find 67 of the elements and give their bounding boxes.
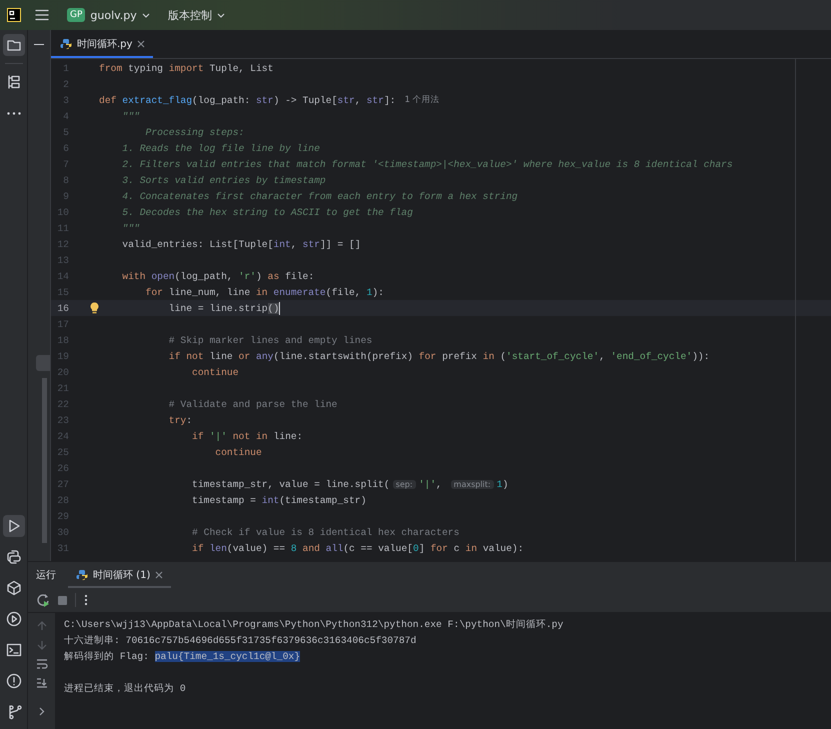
close-icon[interactable] [155, 571, 164, 579]
usage-hint[interactable]: 1 个用法 [404, 94, 440, 106]
code-text: '|', [418, 478, 443, 490]
code-line: if '|' not in line: [191, 430, 303, 442]
line-number: 16 [56, 302, 69, 314]
code-line: from typing import Tuple, List [99, 62, 274, 74]
scrollbar[interactable] [42, 378, 47, 543]
code-line: if len(value) == 8 and all(c == value[0] for c in value): [191, 542, 524, 554]
python-file-icon [76, 569, 88, 581]
app-logo-icon[interactable] [7, 8, 21, 22]
panel-title: 运行 [36, 568, 56, 583]
python-file-icon [60, 38, 72, 50]
code-line: # Validate and parse the line [168, 398, 338, 410]
terminal-icon [6, 642, 22, 658]
folder-tool-button[interactable] [2, 34, 24, 56]
code-line: with open(log_path, 'r') as file: [121, 270, 314, 282]
code-line: Processing steps: [144, 126, 244, 138]
more-icon [6, 112, 20, 114]
python-console-icon [6, 549, 22, 565]
code-line: 2. Filters valid entries that match format '<timestamp>|<hex_value>' where hex_value is 8 identical chars [121, 158, 733, 170]
more-icon[interactable] [84, 594, 88, 606]
code-line: valid_entries: List[Tuple[int, str]] = [] [121, 238, 361, 250]
code-text: timestamp_str, value = line.split( [191, 478, 390, 490]
structure-icon [6, 74, 22, 90]
console-line: C:\Users\wjj13\AppData\Local\Programs\Python\Python312\python.exe F:\python\时间循环.py [64, 618, 564, 632]
code-line: continue [191, 366, 239, 378]
code-line: for line_num, line in enumerate(file, 1): [144, 286, 384, 298]
console-line: 进程已结束，退出代码为 0 [64, 682, 187, 696]
parameter-hint: maxsplit: [450, 480, 494, 488]
code-line: 5. Decodes the hex string to ASCII to get the flag [121, 206, 413, 218]
menu-icon[interactable] [35, 9, 49, 21]
code-line: 4. Concatenates first character from each entry to form a hex string [121, 190, 518, 202]
code-line: 3. Sorts valid entries by timestamp [121, 174, 326, 186]
caret-icon [142, 12, 150, 18]
code-line: 1. Reads the log file line by line [121, 142, 320, 154]
code-line: # Check if value is 8 identical hex characters [191, 526, 460, 538]
problems-icon [6, 673, 22, 689]
console-line: 十六进制串: 70616c757b54696d655f31735f6379636c3163406c5f30787d [64, 634, 418, 648]
editor-tab[interactable]: 时间循环.py [51, 30, 154, 58]
chevron-icon[interactable] [38, 707, 44, 716]
code-line: timestamp = int(timestamp_str) [191, 494, 366, 506]
close-icon[interactable] [137, 40, 146, 48]
parameter-hint: sep: [392, 480, 416, 488]
code-line: """ [121, 110, 140, 122]
run-tool-button[interactable] [2, 515, 24, 537]
code-line: continue [214, 446, 262, 458]
code-line: line = line.strip() [168, 302, 280, 314]
code-line: """ [121, 222, 140, 234]
code-line: # Skip marker lines and empty lines [168, 334, 372, 346]
rerun-icon[interactable] [36, 593, 50, 607]
run-tab[interactable]: 时间循环 (1) [68, 562, 172, 588]
code-line: if not line or any(line.startswith(prefix) for prefix in ('start_of_cycle', 'end_of_cycle')): [168, 350, 710, 362]
scroll-thumb[interactable] [36, 355, 50, 371]
console-text: 解码得到的 Flag: [64, 651, 150, 662]
soft-wrap-icon[interactable] [36, 659, 48, 669]
code-text: def extract_flag(log_path: str) -> Tuple[str, str]: [99, 94, 396, 106]
code-text: 1) [496, 478, 508, 490]
services-icon [6, 611, 22, 627]
vcs-selector[interactable]: 版本控制 [168, 8, 225, 22]
packages-icon [6, 580, 22, 596]
project-selector[interactable]: GP guolv.py [67, 8, 150, 22]
stop-icon[interactable] [58, 596, 67, 604]
scroll-to-end-icon[interactable] [36, 678, 48, 688]
code-line: try: [168, 414, 192, 426]
caret-icon [216, 12, 225, 18]
selected-text: palu{Time_1s_cycl1c@l_0x} [154, 651, 300, 662]
lightbulb-icon[interactable] [90, 302, 99, 314]
